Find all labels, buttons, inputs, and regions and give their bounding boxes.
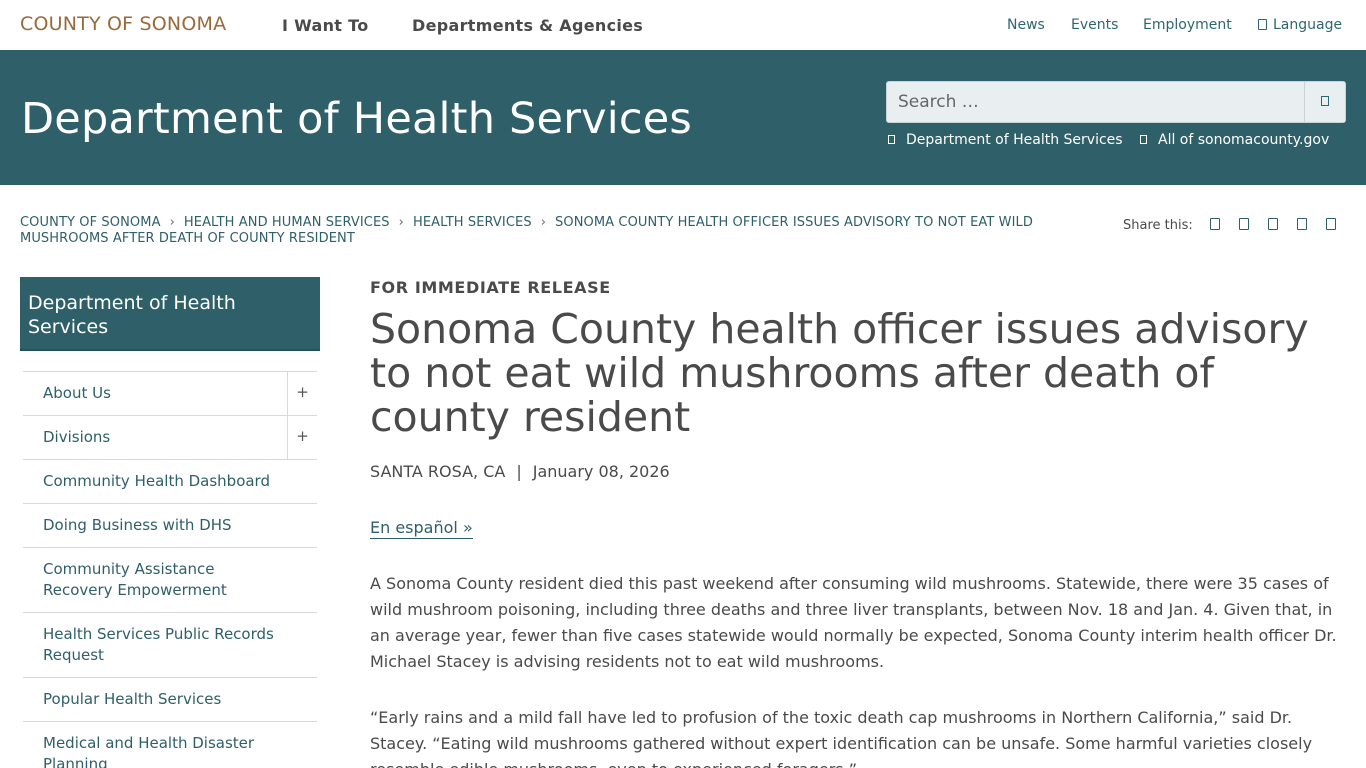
globe-icon <box>1258 19 1267 30</box>
radio-checked-icon <box>888 135 895 144</box>
departments-agencies-menu[interactable]: Departments & Agencies <box>412 16 643 35</box>
sidebar-item-label: Popular Health Services <box>43 690 222 708</box>
dateline: SANTA ROSA, CA | January 08, 2026 <box>370 462 670 481</box>
article-headline: Sonoma County health officer issues advi… <box>370 305 1309 441</box>
department-header: Department of Health Services Department… <box>0 50 1366 185</box>
spanish-version-link[interactable]: En español » <box>370 518 473 539</box>
dateline-location: SANTA ROSA, CA <box>370 462 506 481</box>
top-navigation: COUNTY OF SONOMA I Want To Departments &… <box>0 0 1366 50</box>
sidebar-item-label: About Us <box>43 384 111 402</box>
sidebar-item-disaster-planning[interactable]: Medical and Health Disaster Planning <box>23 722 317 768</box>
breadcrumb-hhs[interactable]: HEALTH AND HUMAN SERVICES <box>184 215 390 230</box>
sidebar-item-public-records[interactable]: Health Services Public Records Request <box>23 613 317 678</box>
dateline-date: January 08, 2026 <box>532 462 670 481</box>
linkedin-icon[interactable] <box>1268 218 1278 230</box>
article-paragraph: “Early rains and a mild fall have led to… <box>370 708 1313 768</box>
sidebar-item-community-health-dashboard[interactable]: Community Health Dashboard <box>23 460 317 504</box>
employment-link[interactable]: Employment <box>1143 17 1232 33</box>
dateline-separator: | <box>516 462 522 481</box>
expand-icon[interactable]: + <box>287 416 317 459</box>
sidebar-item-about-us[interactable]: About Us + <box>23 372 317 416</box>
breadcrumb-county[interactable]: COUNTY OF SONOMA <box>20 215 161 230</box>
breadcrumb-separator: › <box>398 215 404 230</box>
scope-option-department[interactable]: Department of Health Services <box>888 132 1123 148</box>
search-button[interactable] <box>1304 82 1345 122</box>
breadcrumb-separator: › <box>169 215 175 230</box>
department-title[interactable]: Department of Health Services <box>21 94 692 144</box>
county-logo-link[interactable]: COUNTY OF SONOMA <box>20 13 226 35</box>
scope-all-label: All of sonomacounty.gov <box>1158 132 1330 148</box>
news-link[interactable]: News <box>1007 17 1045 33</box>
twitter-icon[interactable] <box>1239 218 1249 230</box>
article-paragraph: A Sonoma County resident died this past … <box>370 574 1337 671</box>
sidebar-menu: About Us + Divisions + Community Health … <box>23 371 317 768</box>
sidebar-item-divisions[interactable]: Divisions + <box>23 416 317 460</box>
breadcrumb-separator: › <box>540 215 547 230</box>
scope-option-all[interactable]: All of sonomacounty.gov <box>1140 132 1329 148</box>
search-form <box>886 81 1346 123</box>
sidebar-heading[interactable]: Department of Health Services <box>20 277 320 351</box>
email-icon[interactable] <box>1297 218 1307 230</box>
language-selector[interactable]: Language <box>1258 17 1342 33</box>
events-link[interactable]: Events <box>1071 17 1118 33</box>
scope-department-label: Department of Health Services <box>906 132 1123 148</box>
release-kicker: FOR IMMEDIATE RELEASE <box>370 278 611 297</box>
sidebar-item-label: Community Assistance Recovery Empowermen… <box>43 560 227 599</box>
i-want-to-menu[interactable]: I Want To <box>282 16 369 35</box>
language-label: Language <box>1273 17 1343 33</box>
breadcrumb-health-services[interactable]: HEALTH SERVICES <box>413 215 532 230</box>
sidebar-item-popular-services[interactable]: Popular Health Services <box>23 678 317 722</box>
sidebar-heading-label: Department of Health Services <box>28 292 236 338</box>
facebook-icon[interactable] <box>1210 218 1220 230</box>
sidebar-item-label: Community Health Dashboard <box>43 472 270 490</box>
search-icon <box>1321 96 1329 106</box>
sidebar-item-label: Medical and Health Disaster Planning <box>43 734 255 768</box>
expand-icon[interactable]: + <box>287 372 317 415</box>
sidebar-item-doing-business[interactable]: Doing Business with DHS <box>23 504 317 548</box>
search-input[interactable] <box>887 82 1304 122</box>
breadcrumb: COUNTY OF SONOMA › HEALTH AND HUMAN SERVIC… <box>20 215 1080 247</box>
sidebar-item-care[interactable]: Community Assistance Recovery Empowermen… <box>23 548 317 613</box>
sidebar-item-label: Divisions <box>43 428 111 446</box>
sidebar-item-label: Health Services Public Records Request <box>43 625 274 664</box>
sidebar-item-label: Doing Business with DHS <box>43 516 232 534</box>
print-icon[interactable] <box>1326 218 1336 230</box>
share-label: Share this: <box>1123 218 1193 233</box>
radio-unchecked-icon <box>1140 135 1147 144</box>
